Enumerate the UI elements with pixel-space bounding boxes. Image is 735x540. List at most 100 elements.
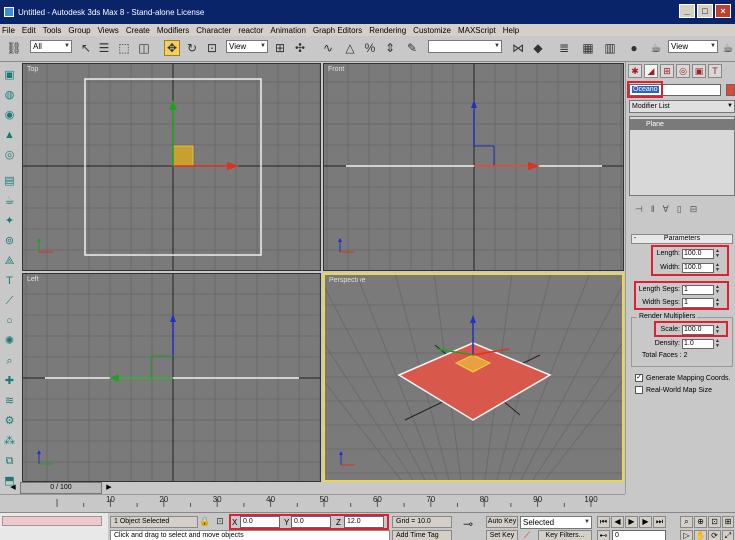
absolute-mode-icon[interactable]: ⊡ bbox=[214, 515, 226, 527]
light-icon[interactable]: ✺ bbox=[2, 334, 17, 349]
curve-editor-icon[interactable]: ▦ bbox=[580, 40, 596, 56]
menu-customize[interactable]: Customize bbox=[413, 26, 451, 35]
maximize-viewport-icon[interactable]: ⤢ bbox=[722, 530, 734, 540]
box-icon[interactable]: ▣ bbox=[2, 68, 17, 83]
mirror-icon[interactable]: ⋈ bbox=[510, 40, 526, 56]
spacewarp-icon[interactable]: ≋ bbox=[2, 394, 17, 409]
configure-sets-icon[interactable]: ⊟ bbox=[690, 204, 698, 215]
add-time-tag[interactable]: Add Time Tag bbox=[392, 530, 452, 540]
menu-modifiers[interactable]: Modifiers bbox=[157, 26, 189, 35]
percent-snap-icon[interactable]: % bbox=[362, 40, 378, 56]
menu-tools[interactable]: Tools bbox=[43, 26, 62, 35]
viewport-front[interactable]: Front bbox=[323, 63, 624, 271]
particle-icon[interactable]: ⁂ bbox=[2, 434, 17, 449]
material-editor-icon[interactable]: ● bbox=[626, 40, 642, 56]
select-move-icon[interactable]: ✥ bbox=[164, 40, 180, 56]
select-rotate-icon[interactable]: ↻ bbox=[184, 40, 200, 56]
sphere-icon[interactable]: ◍ bbox=[2, 88, 17, 103]
time-prev-icon[interactable]: ◀ bbox=[8, 482, 18, 494]
viewport-perspective[interactable]: Perspective bbox=[323, 273, 624, 482]
menu-graph-editors[interactable]: Graph Editors bbox=[313, 26, 362, 35]
set-key-button[interactable]: Set Key bbox=[486, 530, 518, 540]
reference-coordinate-dropdown[interactable]: View bbox=[226, 40, 268, 53]
parameters-rollout[interactable]: - Parameters bbox=[631, 234, 733, 244]
arc-rotate-icon[interactable]: ⟳ bbox=[708, 530, 721, 540]
maxscript-input[interactable] bbox=[2, 516, 102, 526]
spinner-snap-icon[interactable]: ⇕ bbox=[382, 40, 398, 56]
zoom-icon[interactable]: ⌕ bbox=[680, 516, 693, 528]
current-frame-field[interactable]: 0 bbox=[612, 530, 666, 540]
helper-icon[interactable]: ✚ bbox=[2, 374, 17, 389]
layer-manager-icon[interactable]: ≣ bbox=[556, 40, 572, 56]
circle-shape-icon[interactable]: ○ bbox=[2, 314, 17, 329]
plane-icon[interactable]: ▤ bbox=[2, 174, 17, 189]
menu-character[interactable]: Character bbox=[196, 26, 231, 35]
density-input[interactable]: 1.0 bbox=[682, 338, 714, 349]
realworld-row[interactable]: Real-World Map Size bbox=[635, 386, 712, 394]
render-scene-icon[interactable]: ☕ bbox=[648, 40, 664, 56]
select-object-icon[interactable]: ↖ bbox=[78, 40, 94, 56]
menu-group[interactable]: Group bbox=[68, 26, 90, 35]
maxscript-listener[interactable] bbox=[0, 513, 108, 540]
pin-stack-icon[interactable]: ⊣ bbox=[635, 204, 643, 215]
zoom-extents-icon[interactable]: ⊡ bbox=[708, 516, 721, 528]
menu-help[interactable]: Help bbox=[503, 26, 519, 35]
display-tab-icon[interactable]: ▣ bbox=[692, 64, 706, 78]
generate-mapping-row[interactable]: ✓ Generate Mapping Coords. bbox=[635, 374, 730, 382]
play-icon[interactable]: ▶ bbox=[625, 516, 638, 528]
menu-maxscript[interactable]: MAXScript bbox=[458, 26, 496, 35]
modify-tab-icon[interactable]: ◢ bbox=[644, 64, 658, 78]
render-view-dropdown[interactable]: View bbox=[668, 40, 718, 53]
auto-key-button[interactable]: Auto Key bbox=[486, 516, 518, 528]
go-to-start-icon[interactable]: ⏮ bbox=[597, 516, 610, 528]
cylinder-icon[interactable]: ◉ bbox=[2, 108, 17, 123]
align-icon[interactable]: ◆ bbox=[530, 40, 546, 56]
zoom-extents-all-icon[interactable]: ⊞ bbox=[722, 516, 734, 528]
select-link-icon[interactable]: ⛓ bbox=[6, 40, 22, 56]
motion-tab-icon[interactable]: ◎ bbox=[676, 64, 690, 78]
named-selection-dropdown[interactable] bbox=[428, 40, 502, 53]
compound-icon[interactable]: ⧉ bbox=[2, 454, 17, 469]
remove-modifier-icon[interactable]: ▯ bbox=[677, 204, 682, 215]
text-shape-icon[interactable]: T bbox=[2, 274, 17, 289]
snap-icon[interactable]: ∿ bbox=[320, 40, 336, 56]
menu-create[interactable]: Create bbox=[126, 26, 150, 35]
go-to-end-icon[interactable]: ⏭ bbox=[653, 516, 666, 528]
field-of-view-icon[interactable]: ▷ bbox=[680, 530, 693, 540]
viewport-left[interactable]: Left bbox=[22, 273, 321, 482]
density-spinner-icon[interactable]: ▲ ▼ bbox=[715, 338, 721, 349]
menu-rendering[interactable]: Rendering bbox=[369, 26, 406, 35]
hierarchy-tab-icon[interactable]: ⊞ bbox=[660, 64, 674, 78]
track-bar[interactable]: 10 20 30 40 50 60 70 80 90 100 bbox=[0, 494, 625, 512]
key-mode-toggle-icon[interactable]: ⊷ bbox=[597, 530, 610, 540]
teapot-icon[interactable]: ☕ bbox=[2, 194, 17, 209]
quick-render-icon[interactable]: ☕ bbox=[720, 40, 735, 56]
lock-selection-icon[interactable]: 🔒 bbox=[199, 515, 211, 527]
key-mode-icon[interactable]: ⊸ bbox=[458, 516, 478, 532]
line-icon[interactable]: ⟋ bbox=[2, 294, 17, 309]
menu-edit[interactable]: Edit bbox=[22, 26, 36, 35]
viewport-top[interactable]: Top bbox=[22, 63, 321, 271]
generate-mapping-checkbox[interactable]: ✓ bbox=[635, 374, 643, 382]
menu-file[interactable]: File bbox=[2, 26, 15, 35]
selection-filter-dropdown[interactable]: All bbox=[30, 40, 72, 53]
time-slider[interactable]: 0 / 100 bbox=[20, 482, 102, 494]
stack-item-plane[interactable]: Plane bbox=[630, 119, 734, 130]
geosphere-icon[interactable]: ✦ bbox=[2, 214, 17, 229]
tube-icon[interactable]: ⊚ bbox=[2, 234, 17, 249]
selection-region-icon[interactable]: ⬚ bbox=[116, 40, 132, 56]
modifier-list-dropdown[interactable]: Modifier List bbox=[629, 100, 735, 113]
pivot-center-icon[interactable]: ⊞ bbox=[272, 40, 288, 56]
next-frame-icon[interactable]: ▶ bbox=[639, 516, 652, 528]
torus-icon[interactable]: ◎ bbox=[2, 148, 17, 163]
menu-animation[interactable]: Animation bbox=[270, 26, 306, 35]
select-scale-icon[interactable]: ⊡ bbox=[204, 40, 220, 56]
maximize-button[interactable]: □ bbox=[697, 4, 713, 18]
key-filters-button[interactable]: Key Filters... bbox=[538, 530, 592, 540]
create-tab-icon[interactable]: ✱ bbox=[628, 64, 642, 78]
close-button[interactable]: × bbox=[715, 4, 731, 18]
utilities-tab-icon[interactable]: T bbox=[708, 64, 722, 78]
menu-views[interactable]: Views bbox=[98, 26, 119, 35]
object-color-swatch[interactable] bbox=[726, 84, 735, 96]
realworld-checkbox[interactable] bbox=[635, 386, 643, 394]
